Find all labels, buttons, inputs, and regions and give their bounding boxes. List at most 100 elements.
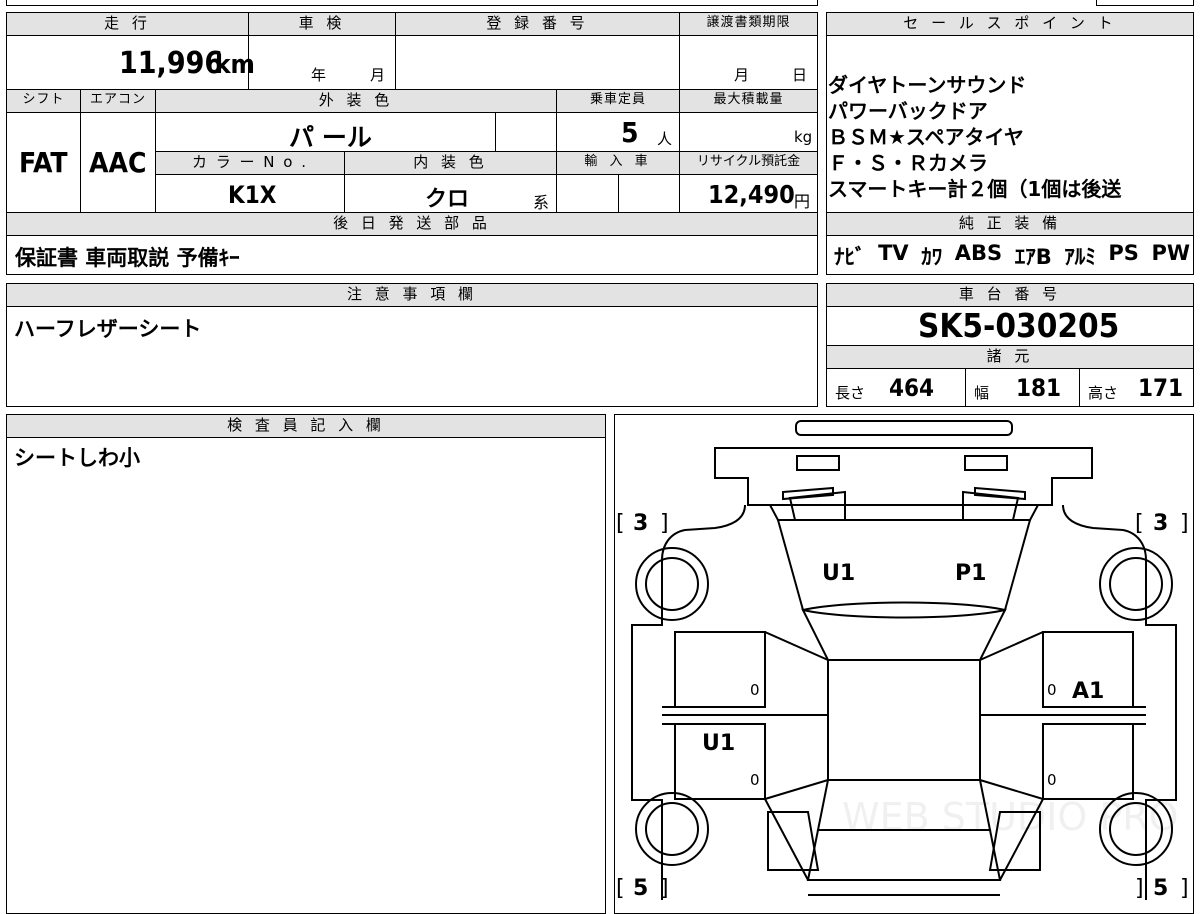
chassis-header: 車 台 番 号 xyxy=(826,283,1194,307)
transfer-month: 月 xyxy=(734,66,750,84)
equipment-item: PW xyxy=(1151,241,1190,265)
svg-text:]: ] xyxy=(660,511,669,536)
registration-cell xyxy=(395,35,680,90)
transfer-day: 日 xyxy=(792,66,808,84)
exterior-color-header: 外 装 色 xyxy=(155,89,557,113)
later-parts-cell: 保証書 車両取説 予備ｷｰ xyxy=(6,235,818,275)
transfer-deadline-header: 譲渡書類期限 xyxy=(679,12,818,36)
import-header: 輸 入 車 xyxy=(556,151,680,175)
mark-left-rear-door: U1 xyxy=(702,731,735,756)
spec-length-value: 464 xyxy=(889,374,935,402)
exterior-color-extra xyxy=(495,112,557,152)
sales-point-line: ＢＳＭ★スペアタイヤ xyxy=(828,125,1024,149)
inspection-cell: 年 月 xyxy=(248,35,396,90)
rear-bumper-shape xyxy=(713,446,1093,506)
interior-color-suffix: 系 xyxy=(533,193,550,212)
notes-header: 注 意 事 項 欄 xyxy=(6,283,818,307)
equipment-item: PS xyxy=(1108,241,1139,265)
svg-text:]: ] xyxy=(1135,876,1144,901)
max-load-unit: kg xyxy=(794,128,813,146)
mileage-header: 走 行 xyxy=(6,12,249,36)
svg-text:]: ] xyxy=(660,876,669,901)
zero-mark: 0 xyxy=(750,771,760,789)
inspector-box xyxy=(6,414,606,914)
recycle-unit: 円 xyxy=(794,192,811,211)
spec-width-label: 幅 xyxy=(974,384,990,402)
transfer-deadline-cell: 月 日 xyxy=(679,35,818,90)
spec-height-label: 高さ xyxy=(1088,384,1119,402)
interior-color-value: クロ xyxy=(425,187,470,212)
zero-mark: 0 xyxy=(1047,771,1057,789)
sales-point-line: スマートキー計２個（1個は後送 xyxy=(828,177,1122,201)
tire-front-left-value: 3 xyxy=(633,511,648,536)
equipment-item: ｴｱB xyxy=(1014,245,1052,269)
equipment-header: 純 正 装 備 xyxy=(826,212,1194,236)
color-number-header: カ ラ ー N o . xyxy=(155,151,345,175)
damage-diagram-box: [ 3 ] [ 3 ] [ 5 ] ] 5 ] U1 P1 U1 A1 0 0 … xyxy=(614,414,1194,914)
aircon-header: エアコン xyxy=(80,89,156,113)
exterior-color-cell: パ ール xyxy=(155,112,496,152)
sales-points-header: セ ー ル ス ポ イ ン ト xyxy=(826,12,1194,36)
recycle-header: リサイクル預託金 xyxy=(679,151,818,175)
sales-point-line: パワーバックドア xyxy=(828,99,988,123)
roof-shape xyxy=(826,658,981,781)
later-parts-header: 後 日 発 送 部 品 xyxy=(6,212,818,236)
svg-text:[: [ xyxy=(1135,511,1144,536)
spec-width-cell: 幅 181 xyxy=(965,368,1080,407)
chassis-number: SK5-030205 xyxy=(918,306,1120,345)
interior-color-header: 内 装 色 xyxy=(344,151,557,175)
capacity-unit: 人 xyxy=(657,130,673,148)
color-number-value: K1X xyxy=(228,181,277,209)
mileage-cell: 11,996 km xyxy=(6,35,255,90)
top-cutoff-row xyxy=(6,0,818,6)
inspection-month: 月 xyxy=(370,66,386,84)
watermark: WEB STUDIO PRO xyxy=(842,795,1179,839)
mark-windshield-left: U1 xyxy=(822,561,855,586)
inspection-header: 車 検 xyxy=(248,12,396,36)
color-number-cell: K1X xyxy=(155,174,345,213)
aircon-value: AAC xyxy=(89,146,147,179)
shift-cell: FAT xyxy=(6,112,81,213)
mark-right-front-door: A1 xyxy=(1072,679,1104,704)
capacity-cell: 5 人 xyxy=(556,112,680,152)
recycle-cell: 12,490 円 xyxy=(679,174,818,213)
spec-width-value: 181 xyxy=(1016,374,1062,402)
spec-height-cell: 高さ 171 xyxy=(1079,368,1194,407)
equipment-item: TV xyxy=(878,241,909,265)
equipment-item: ﾅﾋﾞ xyxy=(834,245,866,269)
shift-header: シフト xyxy=(6,89,81,113)
tire-rear-left-value: 5 xyxy=(633,876,648,901)
aircon-cell: AAC xyxy=(80,112,156,213)
equipment-item: ABS xyxy=(954,241,1003,265)
spec-length-cell: 長さ 464 xyxy=(826,368,966,407)
sales-point-line: Ｆ・Ｓ・Ｒカメラ xyxy=(828,151,988,175)
equipment-list: ﾅﾋﾞ TV ｶﾜ ABS ｴｱB ｱﾙﾐ PS PW xyxy=(834,241,1190,271)
import-cell-a xyxy=(556,174,619,213)
mileage-value: 11,996 xyxy=(119,46,224,81)
spec-length-label: 長さ xyxy=(835,384,866,402)
notes-value: ハーフレザーシート xyxy=(14,317,202,341)
mark-windshield-right: P1 xyxy=(955,561,986,586)
tire-front-right-value: 3 xyxy=(1153,511,1168,536)
inspector-header: 検 査 員 記 入 欄 xyxy=(6,414,606,438)
capacity-value: 5 xyxy=(621,116,639,149)
zero-mark: 0 xyxy=(750,681,760,699)
max-load-header: 最大積載量 xyxy=(679,89,818,113)
svg-text:[: [ xyxy=(616,876,625,901)
inspector-value: シートしわ小 xyxy=(14,446,140,470)
registration-header: 登 録 番 号 xyxy=(395,12,680,36)
import-cell-b xyxy=(618,174,680,213)
zero-mark: 0 xyxy=(1047,681,1057,699)
top-cutoff-right xyxy=(1096,0,1194,6)
svg-text:[: [ xyxy=(616,511,625,536)
recycle-value: 12,490 xyxy=(708,180,795,209)
later-parts-value: 保証書 車両取説 予備ｷｰ xyxy=(15,246,240,270)
interior-color-cell: クロ 系 xyxy=(344,174,557,213)
specs-header: 諸 元 xyxy=(826,345,1194,369)
inspection-year: 年 xyxy=(311,66,327,84)
svg-text:]: ] xyxy=(1180,876,1189,901)
windshield-shape xyxy=(776,518,1031,611)
max-load-cell: kg xyxy=(679,112,818,152)
capacity-header: 乗車定員 xyxy=(556,89,680,113)
car-diagram: [ 3 ] [ 3 ] [ 5 ] ] 5 ] U1 P1 U1 A1 0 0 … xyxy=(616,419,1189,901)
